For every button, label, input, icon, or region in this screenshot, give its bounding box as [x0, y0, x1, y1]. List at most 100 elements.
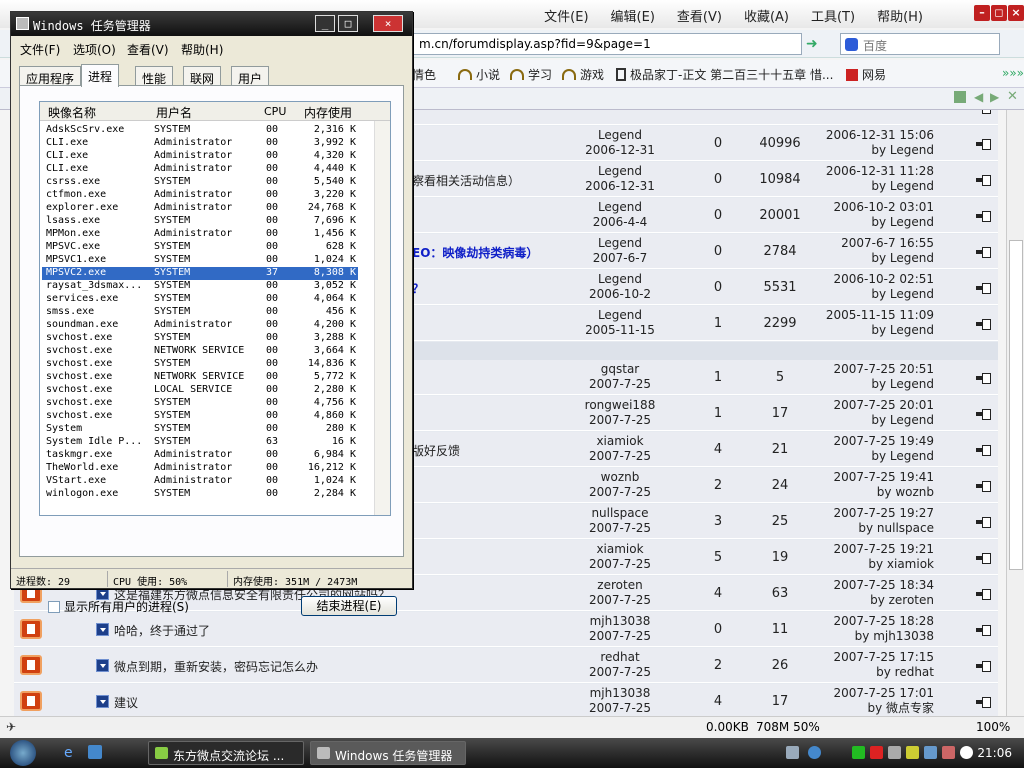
process-row[interactable]: MPSVC2.exe SYSTEM 37 8,308 K — [42, 267, 358, 280]
goto-last-post-icon[interactable] — [976, 372, 991, 384]
table-row[interactable]: 哈哈，终于通过了 mjh13038 2007-7-25 0 11 2007-7-25 18… — [14, 612, 998, 647]
menu-help[interactable]: 帮助(H) — [866, 4, 934, 25]
goto-last-post-icon[interactable] — [976, 408, 991, 420]
process-row[interactable]: svchost.exe NETWORK SERVICE 00 5,772 K — [42, 371, 358, 384]
thread-author[interactable]: Legend — [554, 200, 686, 215]
tab-performance[interactable]: 性能 — [135, 66, 174, 86]
goto-last-post-icon[interactable] — [976, 444, 991, 456]
menu-tools[interactable]: 工具(T) — [800, 4, 866, 25]
last-post-by[interactable]: by zeroten — [812, 593, 934, 608]
process-row[interactable]: svchost.exe SYSTEM 00 4,860 K — [42, 410, 358, 423]
last-post-by[interactable]: by Legend — [812, 413, 934, 428]
last-post-by[interactable]: by Legend — [812, 215, 934, 230]
tab-users[interactable]: 用户 — [231, 66, 270, 86]
help-icon[interactable] — [808, 746, 821, 759]
thread-author[interactable]: nullspace — [554, 506, 686, 521]
process-row[interactable]: soundman.exe Administrator 00 4,200 K — [42, 319, 358, 332]
restore-icon[interactable]: ◻ — [991, 5, 1007, 21]
thread-title[interactable]: 建议 — [114, 694, 138, 711]
last-post-by[interactable]: by nullspace — [812, 521, 934, 536]
ie-icon[interactable]: e — [64, 745, 73, 761]
tray-icon[interactable] — [852, 746, 865, 759]
tray-icon[interactable] — [924, 746, 937, 759]
expand-icon[interactable] — [96, 695, 109, 708]
end-process-button[interactable]: 结束进程(E) — [301, 596, 397, 616]
goto-last-post-icon[interactable] — [976, 660, 991, 672]
goto-last-post-icon[interactable] — [976, 480, 991, 492]
minimize-icon[interactable]: – — [974, 5, 990, 21]
last-post-by[interactable]: by xiamiok — [812, 557, 934, 572]
tm-menu-view[interactable]: 查看(V) — [127, 41, 169, 58]
col-cpu[interactable]: CPU — [264, 105, 286, 118]
last-post-by[interactable]: by mjh13038 — [812, 629, 934, 644]
goto-last-post-icon[interactable] — [976, 210, 991, 222]
speaker-icon[interactable] — [960, 746, 973, 759]
process-row[interactable]: CLI.exe Administrator 00 4,320 K — [42, 150, 358, 163]
fav-item-1[interactable]: 情色 — [412, 66, 436, 83]
status-zoom[interactable]: 100% — [976, 720, 1010, 734]
menu-file[interactable]: 文件(E) — [533, 4, 599, 25]
last-post-by[interactable]: by Legend — [812, 143, 934, 158]
tab-prev-icon[interactable]: ◀ — [974, 90, 983, 104]
process-row[interactable]: explorer.exe Administrator 00 24,768 K — [42, 202, 358, 215]
thread-author[interactable]: mjh13038 — [554, 614, 686, 629]
last-post-by[interactable]: by Legend — [812, 449, 934, 464]
thread-author[interactable]: xiamiok — [554, 542, 686, 557]
quicklaunch-icon[interactable] — [88, 745, 102, 759]
last-post-by[interactable]: by Legend — [812, 287, 934, 302]
goto-last-post-icon[interactable] — [976, 588, 991, 600]
last-post-by[interactable]: by redhat — [812, 665, 934, 680]
thread-author[interactable]: Legend — [554, 236, 686, 251]
last-post-by[interactable]: by Legend — [812, 251, 934, 266]
process-row[interactable]: VStart.exe Administrator 00 1,024 K — [42, 475, 358, 488]
menu-view[interactable]: 查看(V) — [666, 4, 733, 25]
last-post-by[interactable]: by 微点专家 — [812, 701, 934, 716]
process-row[interactable]: svchost.exe SYSTEM 00 4,756 K — [42, 397, 358, 410]
fav-more[interactable]: »»» — [1002, 66, 1024, 80]
thread-author[interactable]: xiamiok — [554, 434, 686, 449]
thread-author[interactable]: Legend — [554, 164, 686, 179]
task-manager-titlebar[interactable]: Windows 任务管理器 _ □ × — [11, 12, 412, 36]
process-row[interactable]: winlogon.exe SYSTEM 00 2,284 K — [42, 488, 358, 501]
thread-author[interactable]: Legend — [554, 128, 686, 143]
fav-item-5[interactable]: 极品家丁-正文 第二百三十十五章 惜... — [616, 66, 833, 83]
tm-menu-help[interactable]: 帮助(H) — [181, 41, 223, 58]
thread-author[interactable]: zeroten — [554, 578, 686, 593]
expand-icon[interactable] — [96, 659, 109, 672]
process-row[interactable]: MPSVC.exe SYSTEM 00 628 K — [42, 241, 358, 254]
process-row[interactable]: AdskScSrv.exe SYSTEM 00 2,316 K — [42, 124, 358, 137]
thread-title[interactable]: EO：映像劫持类病毒） — [412, 244, 538, 261]
thread-title[interactable]: 版好反馈 — [412, 442, 460, 459]
process-row[interactable]: svchost.exe SYSTEM 00 14,836 K — [42, 358, 358, 371]
process-row[interactable]: MPSVC1.exe SYSTEM 00 1,024 K — [42, 254, 358, 267]
expand-icon[interactable] — [96, 623, 109, 636]
tray-icon[interactable] — [870, 746, 883, 759]
col-user-name[interactable]: 用户名 — [156, 104, 192, 121]
fav-item-4[interactable]: 游戏 — [562, 66, 604, 83]
tm-minimize-button[interactable]: _ — [315, 15, 335, 32]
fav-item-2[interactable]: 小说 — [458, 66, 500, 83]
process-row[interactable]: ctfmon.exe Administrator 00 3,220 K — [42, 189, 358, 202]
taskbar-button-taskmgr[interactable]: Windows 任务管理器 — [310, 741, 466, 765]
table-row[interactable]: 建议 mjh13038 2007-7-25 4 17 2007-7-25 17:01 by … — [14, 684, 998, 716]
goto-last-post-icon[interactable] — [976, 318, 991, 330]
process-list-scrollbar[interactable] — [374, 121, 390, 515]
go-icon[interactable]: ➜ — [806, 36, 834, 52]
last-post-by[interactable]: by Legend — [812, 179, 934, 194]
menu-edit[interactable]: 编辑(E) — [600, 4, 666, 25]
col-memory[interactable]: 内存使用 — [304, 104, 352, 121]
fav-item-3[interactable]: 学习 — [510, 66, 552, 83]
last-post-by[interactable]: by Legend — [812, 377, 934, 392]
process-row[interactable]: services.exe SYSTEM 00 4,064 K — [42, 293, 358, 306]
goto-last-post-icon[interactable] — [976, 174, 991, 186]
tray-icon[interactable] — [906, 746, 919, 759]
process-row[interactable]: System SYSTEM 00 280 K — [42, 423, 358, 436]
fav-item-6[interactable]: 网易 — [846, 66, 886, 83]
thread-title[interactable]: 微点到期，重新安装，密码忘记怎么办 — [114, 658, 318, 675]
process-row[interactable]: svchost.exe SYSTEM 00 3,288 K — [42, 332, 358, 345]
thread-title[interactable]: 察看相关活动信息） — [412, 172, 520, 189]
tab-close-icon[interactable]: ✕ — [1007, 89, 1018, 104]
tm-menu-file[interactable]: 文件(F) — [20, 41, 60, 58]
tm-close-button[interactable]: × — [373, 15, 403, 32]
scrollbar-thumb[interactable] — [1009, 240, 1023, 570]
